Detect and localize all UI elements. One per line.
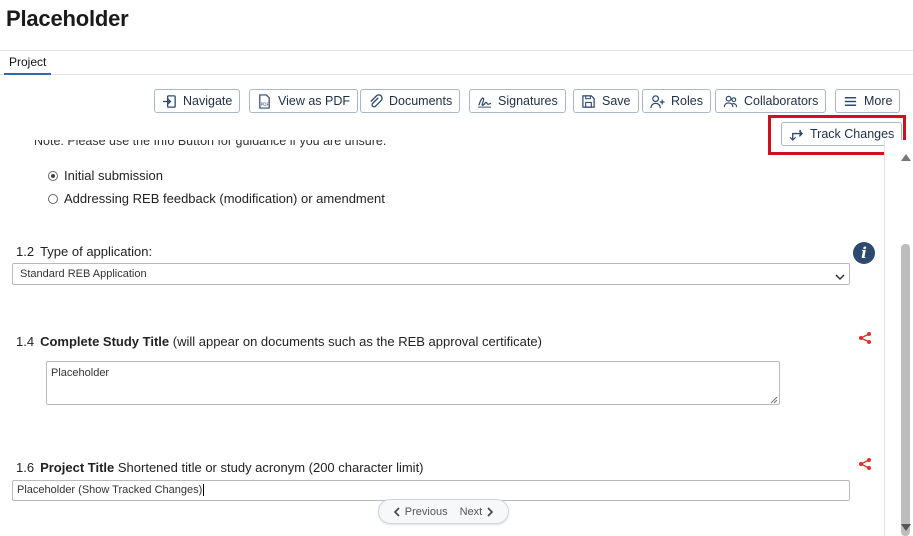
signatures-button[interactable]: Signatures <box>469 89 566 113</box>
view-as-pdf-button[interactable]: PDF View as PDF <box>249 89 359 113</box>
radio-button-checked[interactable] <box>48 170 58 181</box>
question-bold-text: Project Title <box>40 460 115 475</box>
collaborators-button[interactable]: Collaborators <box>715 89 827 113</box>
project-title-input[interactable]: Placeholder (Show Tracked Changes) <box>12 480 850 501</box>
svg-text:PDF: PDF <box>261 102 270 107</box>
pdf-file-icon: PDF <box>257 93 272 109</box>
textarea-value: Placeholder <box>51 367 110 379</box>
question-number: 1.6 <box>16 460 35 475</box>
navigate-icon <box>162 94 177 109</box>
tab-project[interactable]: Project <box>4 53 52 75</box>
navigate-label: Navigate <box>183 94 233 108</box>
question-number: 1.4 <box>16 334 35 349</box>
signatures-label: Signatures <box>498 94 558 108</box>
next-button[interactable]: Next <box>460 506 495 518</box>
paperclip-icon <box>368 93 383 109</box>
question-1-2-label: 1.2 Type of application: <box>16 244 152 259</box>
documents-label: Documents <box>389 94 453 108</box>
track-changes-label: Track Changes <box>810 127 895 141</box>
input-value: Placeholder (Show Tracked Changes) <box>17 484 203 496</box>
question-1-4-label: 1.4 Complete Study Title (will appear on … <box>16 334 542 349</box>
more-label: More <box>864 94 893 108</box>
radio-addressing-feedback[interactable]: Addressing REB feedback (modification) o… <box>48 191 385 206</box>
next-label: Next <box>459 505 483 518</box>
save-icon <box>581 94 596 109</box>
roles-label: Roles <box>671 94 703 108</box>
select-value: Standard REB Application <box>20 268 147 280</box>
info-icon[interactable]: i <box>853 242 875 264</box>
share-icon[interactable] <box>858 457 872 471</box>
previous-button[interactable]: Previous <box>393 506 448 518</box>
chevron-left-icon <box>393 506 401 517</box>
previous-label: Previous <box>404 505 448 518</box>
scroll-up-arrow-icon[interactable] <box>901 154 911 161</box>
navigate-button[interactable]: Navigate <box>154 89 241 113</box>
application-type-select[interactable]: Standard REB Application <box>12 263 850 285</box>
question-text: Shortened title or study acronym (200 ch… <box>114 460 424 475</box>
roles-button[interactable]: Roles <box>642 89 711 113</box>
share-icon[interactable] <box>858 331 872 345</box>
scrollbar[interactable] <box>884 140 913 536</box>
question-number: 1.2 <box>16 244 35 259</box>
page-title: Placeholder <box>6 6 129 31</box>
text-caret <box>203 484 205 497</box>
menu-icon <box>843 94 858 109</box>
radio-initial-submission[interactable]: Initial submission <box>48 168 163 183</box>
view-as-pdf-label: View as PDF <box>278 94 351 108</box>
signature-icon <box>477 94 492 109</box>
note-text: Note: Please use the Info Button for gui… <box>34 140 387 148</box>
resize-handle-icon[interactable] <box>770 395 778 404</box>
collaborators-label: Collaborators <box>744 94 819 108</box>
users-icon <box>723 94 738 109</box>
chevron-down-icon <box>835 269 845 281</box>
radio-label: Addressing REB feedback (modification) o… <box>64 191 385 206</box>
radio-label: Initial submission <box>64 168 163 183</box>
save-button[interactable]: Save <box>573 89 639 113</box>
pager: Previous Next <box>378 499 509 524</box>
question-bold-text: Complete Study Title <box>40 334 170 349</box>
question-text: Type of application: <box>40 244 153 259</box>
question-1-6-label: 1.6 Project Title Shortened title or stud… <box>16 460 424 475</box>
scroll-thumb[interactable] <box>901 244 910 536</box>
user-add-icon <box>650 94 665 109</box>
more-button[interactable]: More <box>835 89 901 113</box>
tab-bar: Project <box>0 51 913 75</box>
documents-button[interactable]: Documents <box>360 89 461 113</box>
chevron-right-icon <box>486 506 494 517</box>
save-label: Save <box>602 94 631 108</box>
complete-study-title-textarea[interactable]: Placeholder <box>46 361 780 405</box>
form-content: Note: Please use the Info Button for gui… <box>0 140 884 536</box>
radio-button[interactable] <box>48 193 58 204</box>
scroll-down-arrow-icon[interactable] <box>901 524 911 531</box>
question-text: (will appear on documents such as the RE… <box>169 334 542 349</box>
